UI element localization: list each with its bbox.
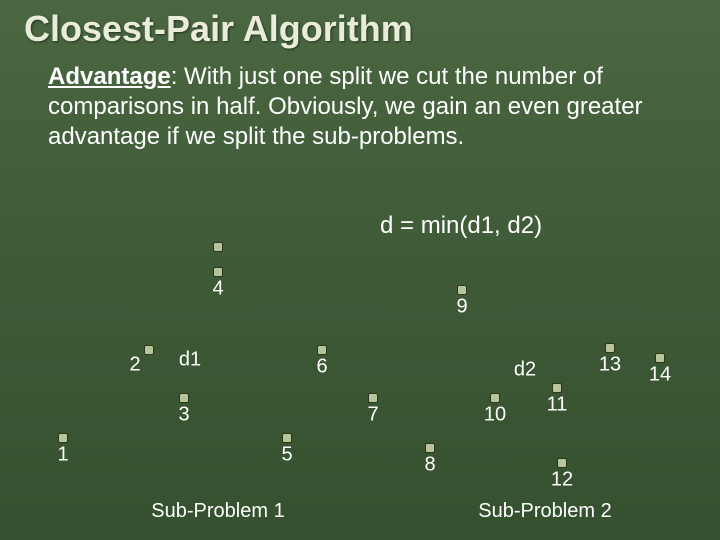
- label-10: 10: [484, 404, 506, 427]
- point-5: [282, 433, 292, 443]
- sub-problem-2-label: Sub-Problem 2: [478, 500, 611, 523]
- d1-label: d1: [179, 349, 201, 372]
- label-5: 5: [281, 444, 292, 467]
- point-3: [179, 393, 189, 403]
- sub-problem-1-label: Sub-Problem 1: [151, 500, 284, 523]
- d2-label: d2: [514, 359, 536, 382]
- point-11: [552, 383, 562, 393]
- label-12: 12: [551, 469, 573, 492]
- label-3: 3: [178, 404, 189, 427]
- point-2: [144, 345, 154, 355]
- label-1: 1: [57, 444, 68, 467]
- point-10: [490, 393, 500, 403]
- label-6: 6: [316, 356, 327, 379]
- point-14: [655, 353, 665, 363]
- point-1: [58, 433, 68, 443]
- label-11: 11: [547, 394, 568, 417]
- page-title: Closest-Pair Algorithm: [24, 8, 413, 50]
- point-6: [317, 345, 327, 355]
- combine-formula: d = min(d1, d2): [380, 212, 542, 240]
- point-12: [557, 458, 567, 468]
- point-free: [213, 242, 223, 252]
- label-14: 14: [649, 364, 671, 387]
- label-9: 9: [456, 296, 467, 319]
- advantage-paragraph: Advantage: With just one split we cut th…: [48, 62, 680, 152]
- point-9: [457, 285, 467, 295]
- point-13: [605, 343, 615, 353]
- point-4: [213, 267, 223, 277]
- label-13: 13: [599, 354, 621, 377]
- advantage-label: Advantage: [48, 63, 171, 90]
- label-4: 4: [212, 278, 223, 301]
- label-2: 2: [129, 354, 140, 377]
- point-8: [425, 443, 435, 453]
- label-8: 8: [424, 454, 435, 477]
- label-7: 7: [367, 404, 378, 427]
- point-7: [368, 393, 378, 403]
